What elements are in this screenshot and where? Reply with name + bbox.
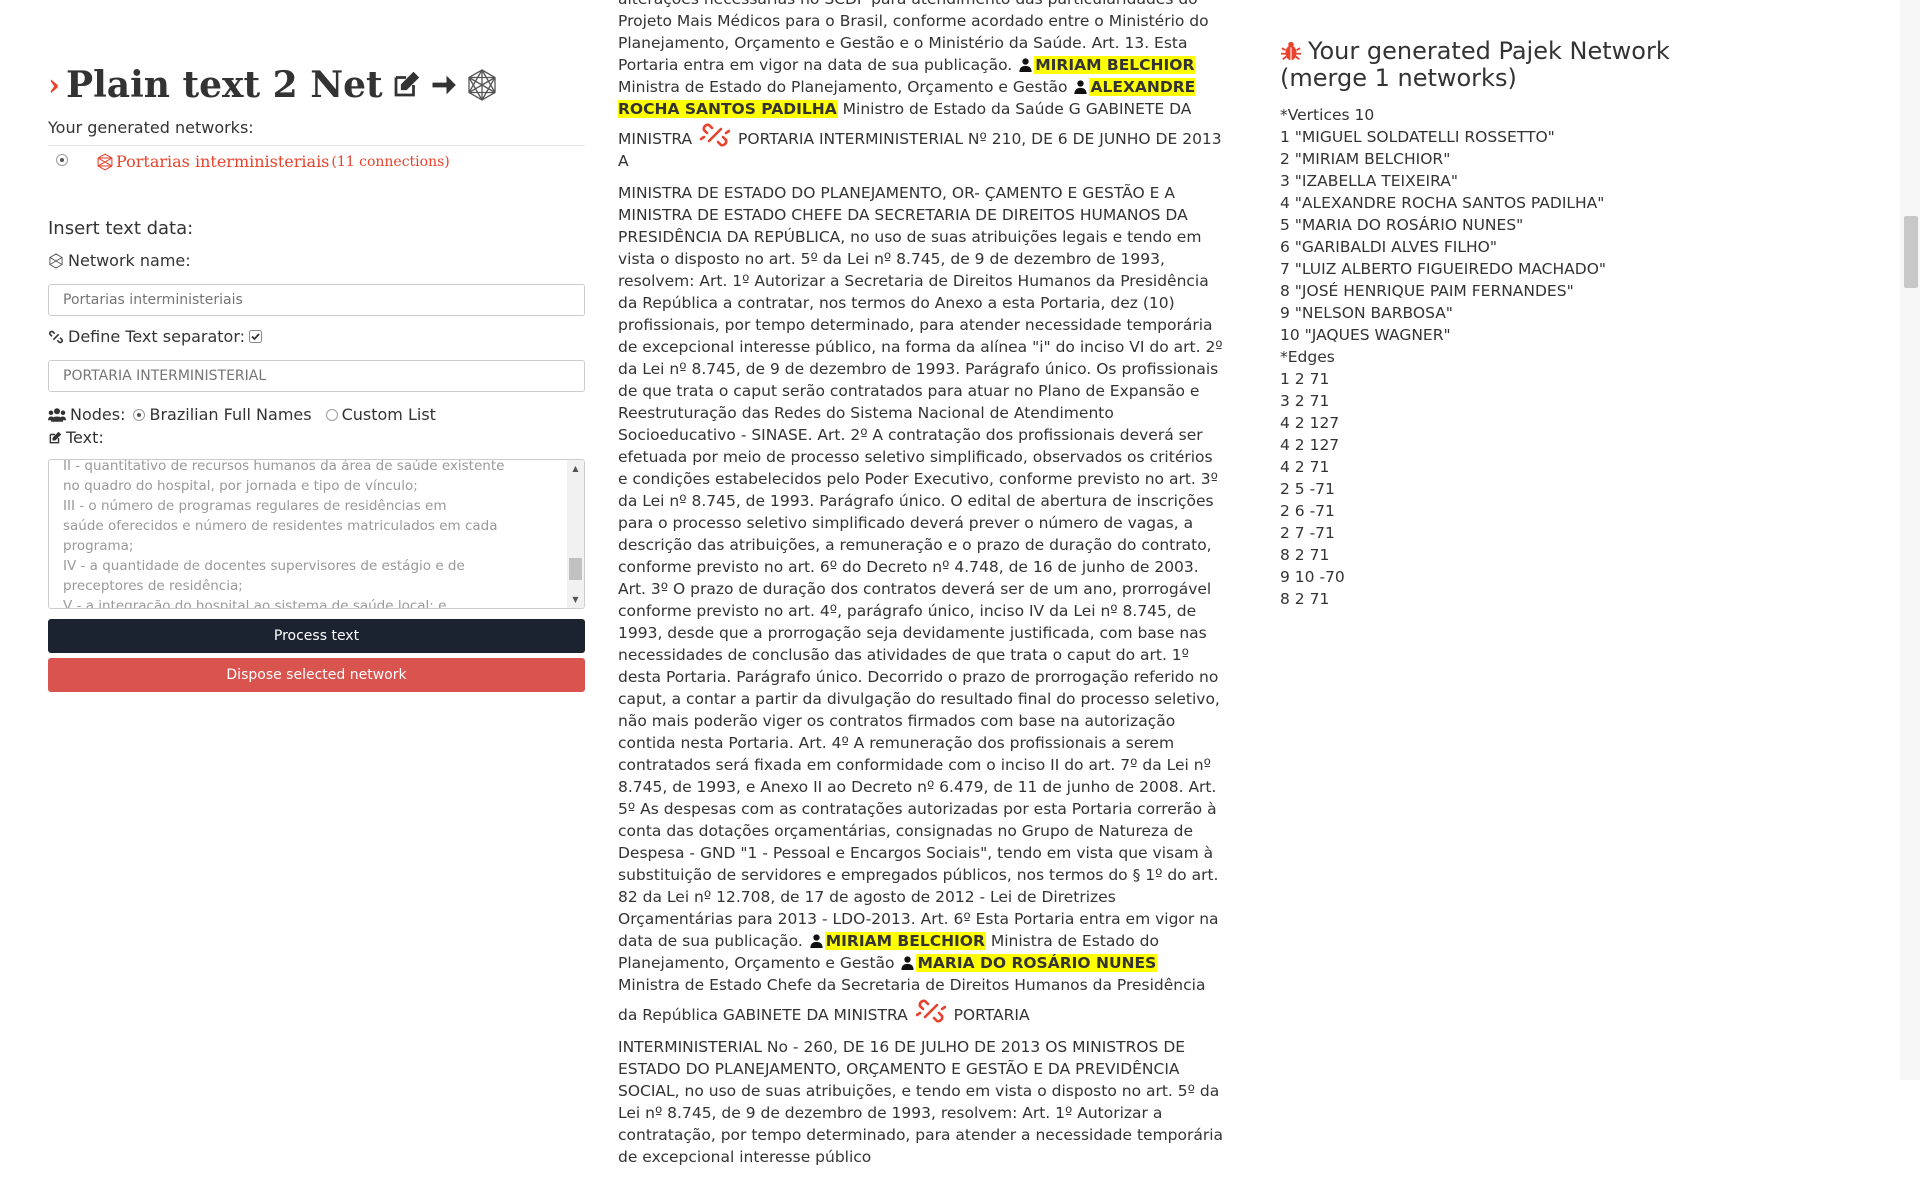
highlighted-name: MARIA DO ROSÁRIO NUNES (916, 954, 1158, 972)
network-icon (49, 252, 63, 269)
edit-icon (49, 431, 62, 443)
nodes-option-brazilian: Brazilian Full Names (149, 405, 312, 424)
pajek-line: 1 "MIGUEL SOLDATELLI ROSSETTO" (1280, 128, 1555, 146)
edit-icon (391, 70, 421, 100)
document-paragraph: INTERMINISTERIAL No - 260, DE 16 DE JULH… (618, 1038, 1224, 1166)
pajek-line: 3 "IZABELLA TEIXEIRA" (1280, 172, 1458, 190)
divider (48, 145, 585, 146)
pajek-line: 10 "JAQUES WAGNER" (1280, 326, 1451, 344)
users-icon (48, 407, 66, 422)
processed-document: alterações necessárias no SCDP para aten… (618, 0, 1224, 1178)
network-list-item[interactable]: Portarias interministeriais (11 connecti… (48, 150, 585, 178)
pajek-line: *Edges (1280, 348, 1335, 366)
textarea-scrollbar[interactable]: ▲ ▼ (567, 460, 584, 608)
text-input-content[interactable]: II - quantitativo de recursos humanos da… (63, 460, 533, 608)
text-label: Text: (48, 428, 104, 447)
pajek-line: 4 2 71 (1280, 458, 1330, 476)
pajek-line: 4 2 127 (1280, 436, 1340, 454)
pajek-line: 7 "LUIZ ALBERTO FIGUEIREDO MACHADO" (1280, 260, 1607, 278)
network-name: Portarias interministeriais (116, 152, 330, 171)
pajek-title: Your generated Pajek Network (merge 1 ne… (1280, 37, 1670, 92)
pajek-line: 2 "MIRIAM BELCHIOR" (1280, 150, 1451, 168)
app-title-text: Plain text 2 Net (66, 64, 383, 106)
text-input[interactable]: II - quantitativo de recursos humanos da… (48, 459, 585, 609)
generated-networks-label: Your generated networks: (48, 118, 254, 137)
network-icon (97, 152, 113, 171)
pajek-line: 2 5 -71 (1280, 480, 1335, 498)
pajek-line: 8 2 71 (1280, 546, 1330, 564)
person-icon (1074, 80, 1088, 94)
separator-icon (700, 123, 731, 147)
pajek-line: 3 2 71 (1280, 392, 1330, 410)
highlighted-name: MIRIAM BELCHIOR (1034, 56, 1196, 74)
nodes-row: Nodes: Brazilian Full Names Custom List (48, 405, 436, 424)
pajek-line: 2 6 -71 (1280, 502, 1335, 520)
pajek-line: 9 10 -70 (1280, 568, 1345, 586)
dispose-network-button[interactable]: Dispose selected network (48, 658, 585, 692)
pajek-panel: Your generated Pajek Network (merge 1 ne… (1280, 38, 1720, 610)
pajek-line: *Vertices 10 (1280, 106, 1375, 124)
pajek-line: 1 2 71 (1280, 370, 1330, 388)
separator-icon (49, 330, 63, 343)
network-name-label: Network name: (48, 251, 191, 270)
network-radio[interactable] (56, 154, 68, 166)
page-scrollbar[interactable] (1900, 0, 1920, 1080)
page-scroll-thumb[interactable] (1904, 216, 1918, 288)
scroll-up-icon[interactable]: ▲ (567, 460, 584, 477)
bug-icon (1280, 41, 1302, 61)
process-text-button[interactable]: Process text (48, 619, 585, 653)
pajek-line: 9 "NELSON BARBOSA" (1280, 304, 1453, 322)
pajek-line: 5 "MARIA DO ROSÁRIO NUNES" (1280, 216, 1524, 234)
document-paragraph: alterações necessárias no SCDP para aten… (618, 0, 1222, 170)
nodes-radio-brazilian[interactable] (133, 408, 146, 421)
highlighted-name: MIRIAM BELCHIOR (824, 932, 986, 950)
separator-icon (915, 999, 946, 1023)
network-name-input[interactable] (48, 284, 585, 316)
network-icon (465, 68, 499, 102)
textarea-scroll-thumb[interactable] (569, 558, 582, 580)
document-paragraph: MINISTRA DE ESTADO DO PLANEJAMENTO, OR- … (618, 184, 1223, 1024)
nodes-radio-custom[interactable] (325, 408, 338, 421)
app-title: › Plain text 2 Net (48, 62, 499, 108)
pajek-line: 6 "GARIBALDI ALVES FILHO" (1280, 238, 1497, 256)
arrow-right-icon (429, 71, 457, 99)
separator-label: Define Text separator: (48, 327, 263, 346)
insert-text-heading: Insert text data: (48, 218, 194, 239)
network-link[interactable]: Portarias interministeriais (11 connecti… (96, 152, 450, 171)
chevron-right-icon: › (48, 67, 60, 103)
person-icon (810, 934, 823, 948)
separator-input[interactable] (48, 360, 585, 392)
pajek-line: 4 "ALEXANDRE ROCHA SANTOS PADILHA" (1280, 194, 1605, 212)
pajek-line: 4 2 127 (1280, 414, 1340, 432)
nodes-option-custom: Custom List (341, 405, 436, 424)
pajek-line: 8 "JOSÉ HENRIQUE PAIM FERNANDES" (1280, 282, 1574, 300)
pajek-line: 2 7 -71 (1280, 524, 1335, 542)
person-icon (901, 956, 915, 970)
pajek-output: *Vertices 10 1 "MIGUEL SOLDATELLI ROSSETT… (1280, 104, 1720, 610)
checkbox-checked-icon[interactable] (249, 330, 263, 343)
scroll-down-icon[interactable]: ▼ (567, 591, 584, 608)
person-icon (1019, 58, 1032, 72)
network-connections: (11 connections) (331, 153, 450, 170)
pajek-line: 8 2 71 (1280, 590, 1330, 608)
